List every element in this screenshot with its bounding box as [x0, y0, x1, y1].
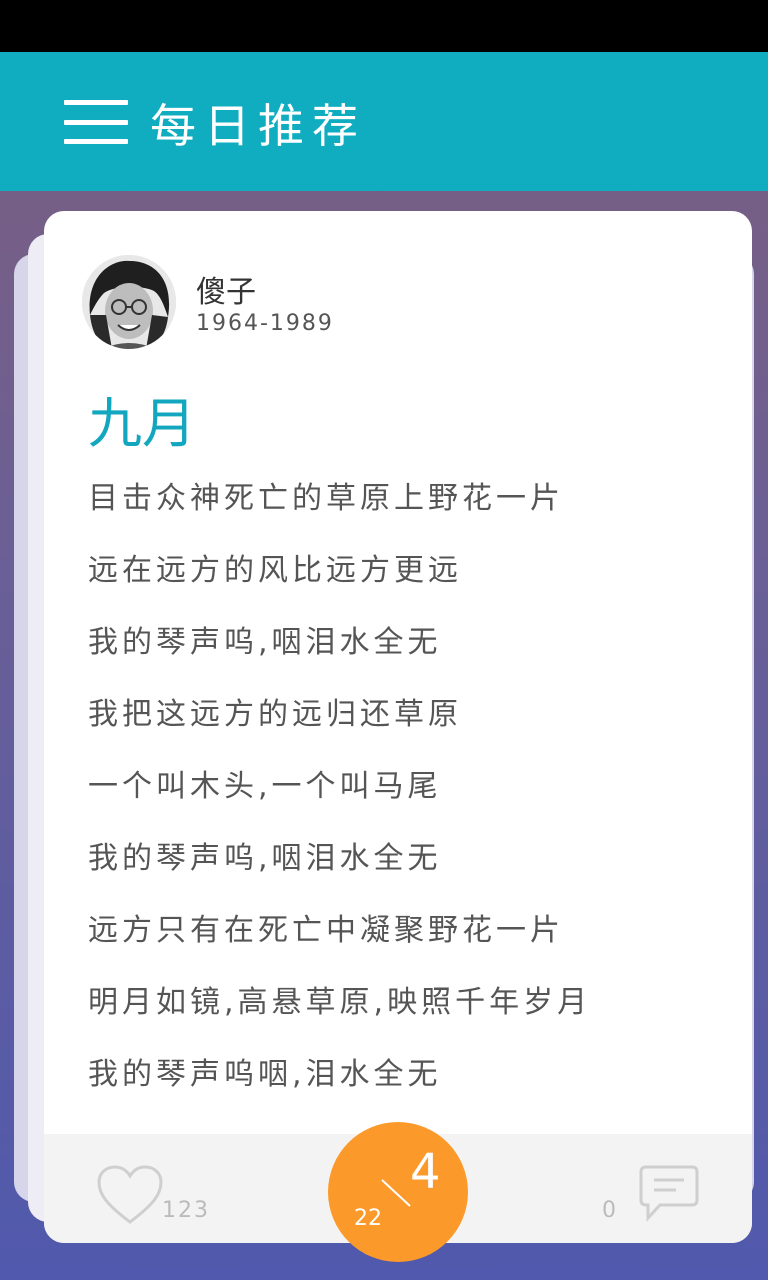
poem-line: 我的琴声呜咽,泪水全无: [88, 1057, 442, 1092]
author-years: 1964-1989: [196, 311, 334, 336]
date-month: 22: [354, 1206, 382, 1231]
poem-body: 目击众神死亡的草原上野花一片 远在远方的风比远方更远 我的琴声呜,咽泪水全无 我…: [88, 479, 728, 1127]
poem-line: 一个叫木头,一个叫马尾: [88, 769, 442, 804]
poem-line: 我把这远方的远归还草原: [88, 697, 462, 732]
poem-line: 远方只有在死亡中凝聚野花一片: [88, 913, 564, 948]
poem-line: 远在远方的风比远方更远: [88, 553, 462, 588]
poem-line: 我的琴声呜,咽泪水全无: [88, 625, 442, 660]
poem-card[interactable]: 傻子 1964-1989 九月 目击众神死亡的草原上野花一片 远在远方的风比远方…: [44, 211, 752, 1243]
poem-line: 目击众神死亡的草原上野花一片: [88, 481, 564, 516]
poem-line: 我的琴声呜,咽泪水全无: [88, 841, 442, 876]
like-count: 123: [162, 1198, 210, 1223]
author-name[interactable]: 傻子: [196, 267, 256, 311]
heart-icon[interactable]: [96, 1164, 164, 1226]
date-slash-icon: [381, 1179, 411, 1207]
app-title: 每日推荐: [150, 99, 366, 153]
hamburger-menu-icon[interactable]: [64, 100, 128, 144]
comment-icon[interactable]: [638, 1164, 700, 1222]
app-bar: 每日推荐: [0, 52, 768, 191]
author-avatar[interactable]: [82, 255, 176, 349]
status-bar: [0, 0, 768, 52]
date-badge: 4 22: [328, 1122, 468, 1262]
poem-title: 九月: [88, 392, 196, 455]
poem-line: 明月如镜,高悬草原,映照千年岁月: [88, 985, 592, 1020]
comment-count: 0: [602, 1198, 616, 1223]
